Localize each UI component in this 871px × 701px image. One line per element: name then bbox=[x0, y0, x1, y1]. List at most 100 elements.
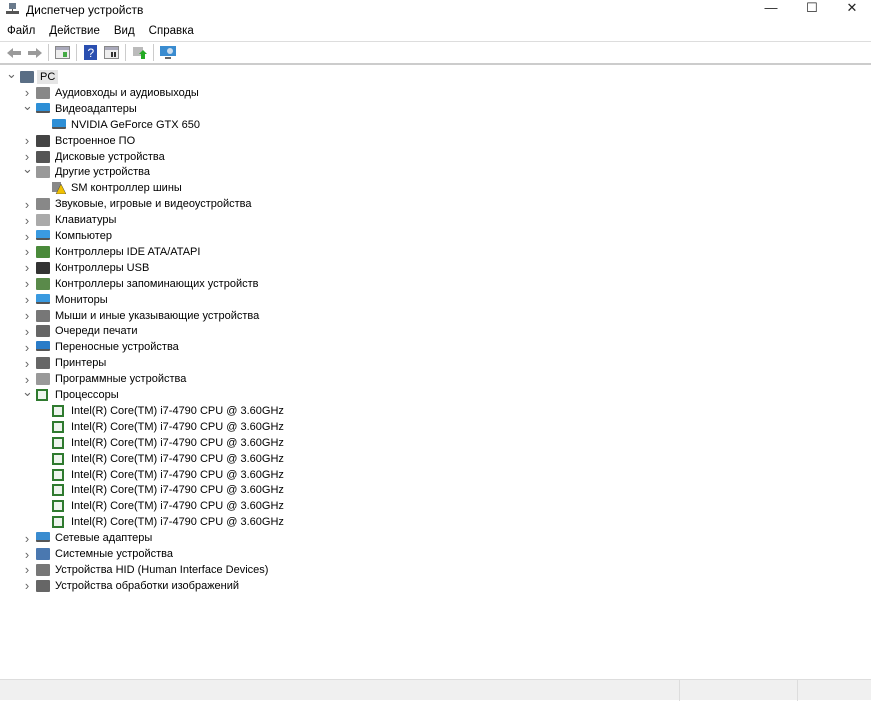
tree-item[interactable]: › Программные устройства bbox=[0, 371, 871, 387]
toolbar-separator bbox=[48, 44, 49, 61]
tree-item-label: Intel(R) Core(TM) i7-4790 CPU @ 3.60GHz bbox=[71, 516, 284, 529]
tree-item-label: Intel(R) Core(TM) i7-4790 CPU @ 3.60GHz bbox=[71, 404, 284, 417]
mouse-icon bbox=[36, 309, 50, 322]
unknown-icon bbox=[36, 166, 50, 179]
menu-action[interactable]: Действие bbox=[42, 22, 107, 40]
tree-item[interactable]: › Переносные устройства bbox=[0, 339, 871, 355]
tree-item-label: Клавиатуры bbox=[55, 214, 117, 227]
tree-item[interactable]: ⌄ Видеоадаптеры bbox=[0, 98, 871, 117]
tree-item[interactable]: › Контроллеры запоминающих устройств bbox=[0, 276, 871, 292]
chevron-right-icon[interactable]: › bbox=[22, 324, 32, 339]
toolbar-separator bbox=[125, 44, 126, 61]
help-icon[interactable]: ? bbox=[81, 44, 100, 62]
printer-icon bbox=[36, 357, 50, 370]
tree-item[interactable]: › Встроенное ПО bbox=[0, 133, 871, 149]
storage-icon bbox=[36, 277, 50, 290]
chevron-right-icon[interactable]: › bbox=[22, 229, 32, 244]
tree-item-label: Intel(R) Core(TM) i7-4790 CPU @ 3.60GHz bbox=[71, 420, 284, 433]
camera-icon bbox=[36, 579, 50, 592]
tree-item-label: Очереди печати bbox=[55, 325, 138, 338]
tree-item[interactable]: Intel(R) Core(TM) i7-4790 CPU @ 3.60GHz bbox=[0, 419, 871, 435]
toolbar: ? bbox=[0, 41, 871, 65]
minimize-button[interactable]: — bbox=[751, 0, 791, 18]
toolbar-separator bbox=[153, 44, 154, 61]
tree-item[interactable]: Intel(R) Core(TM) i7-4790 CPU @ 3.60GHz bbox=[0, 498, 871, 514]
menu-bar: Файл Действие Вид Справка bbox=[0, 22, 201, 40]
tree-item[interactable]: ⌄ Процессоры bbox=[0, 384, 871, 403]
status-separator bbox=[797, 680, 798, 701]
tree-item[interactable]: › Системные устройства bbox=[0, 546, 871, 562]
tree-item[interactable]: › Устройства HID (Human Interface Devices… bbox=[0, 562, 871, 578]
scan-hardware-icon[interactable] bbox=[158, 44, 177, 62]
chevron-right-icon[interactable]: › bbox=[22, 292, 32, 307]
chevron-right-icon[interactable]: › bbox=[22, 308, 32, 323]
menu-file[interactable]: Файл bbox=[0, 22, 42, 40]
cpu-icon bbox=[52, 516, 64, 529]
chevron-down-icon[interactable]: ⌄ bbox=[22, 98, 33, 114]
tree-item[interactable]: › Принтеры bbox=[0, 355, 871, 371]
chevron-right-icon[interactable]: › bbox=[22, 260, 32, 275]
tree-item[interactable]: › Очереди печати bbox=[0, 323, 871, 339]
properties-icon[interactable] bbox=[102, 44, 121, 62]
chevron-right-icon[interactable]: › bbox=[22, 276, 32, 291]
tree-item[interactable]: Intel(R) Core(TM) i7-4790 CPU @ 3.60GHz bbox=[0, 435, 871, 451]
menu-view[interactable]: Вид bbox=[107, 22, 142, 40]
tree-item-label: Программные устройства bbox=[55, 373, 187, 386]
tree-item[interactable]: › Аудиовходы и аудиовыходы bbox=[0, 85, 871, 101]
forward-icon[interactable] bbox=[25, 44, 44, 62]
tree-item[interactable]: › Мыши и иные указывающие устройства bbox=[0, 308, 871, 324]
tree-item[interactable]: Intel(R) Core(TM) i7-4790 CPU @ 3.60GHz bbox=[0, 467, 871, 483]
menu-help[interactable]: Справка bbox=[142, 22, 201, 40]
chevron-right-icon[interactable]: › bbox=[22, 340, 32, 355]
tree-item[interactable]: Intel(R) Core(TM) i7-4790 CPU @ 3.60GHz bbox=[0, 403, 871, 419]
tree-item[interactable]: › Контроллеры IDE ATA/ATAPI bbox=[0, 244, 871, 260]
audio-icon bbox=[36, 86, 50, 99]
chevron-down-icon[interactable]: ⌄ bbox=[22, 161, 33, 177]
tree-item[interactable]: › Дисковые устройства bbox=[0, 149, 871, 165]
tree-item[interactable]: › Звуковые, игровые и видеоустройства bbox=[0, 196, 871, 212]
toolbar-separator bbox=[76, 44, 77, 61]
controller-icon bbox=[36, 245, 50, 258]
chevron-right-icon[interactable]: › bbox=[22, 547, 32, 562]
chevron-right-icon[interactable]: › bbox=[22, 244, 32, 259]
chevron-right-icon[interactable]: › bbox=[22, 578, 32, 593]
chevron-right-icon[interactable]: › bbox=[22, 197, 32, 212]
chevron-down-icon[interactable]: ⌄ bbox=[22, 384, 33, 400]
chevron-right-icon[interactable]: › bbox=[22, 213, 32, 228]
tree-item[interactable]: Intel(R) Core(TM) i7-4790 CPU @ 3.60GHz bbox=[0, 514, 871, 530]
maximize-button[interactable]: ☐ bbox=[792, 0, 832, 18]
tree-item[interactable]: › Устройства обработки изображений bbox=[0, 578, 871, 594]
tree-item[interactable]: › Мониторы bbox=[0, 292, 871, 308]
tree-item-label: Звуковые, игровые и видеоустройства bbox=[55, 198, 252, 211]
update-driver-icon[interactable] bbox=[130, 44, 149, 62]
show-hide-tree-icon[interactable] bbox=[53, 44, 72, 62]
svg-text:?: ? bbox=[88, 46, 95, 60]
tree-item[interactable]: › Компьютер bbox=[0, 228, 871, 244]
cpu-icon bbox=[52, 468, 64, 481]
portable-icon bbox=[36, 341, 50, 352]
tree-item[interactable]: › Сетевые адаптеры bbox=[0, 530, 871, 546]
tree-item[interactable]: Intel(R) Core(TM) i7-4790 CPU @ 3.60GHz bbox=[0, 451, 871, 467]
cpu-icon bbox=[52, 404, 64, 417]
tree-item[interactable]: ⌄ Другие устройства bbox=[0, 161, 871, 180]
tree-item-label: Intel(R) Core(TM) i7-4790 CPU @ 3.60GHz bbox=[71, 452, 284, 465]
monitor-icon bbox=[36, 230, 50, 240]
tree-item[interactable]: Intel(R) Core(TM) i7-4790 CPU @ 3.60GHz bbox=[0, 482, 871, 498]
tree-item-label: Intel(R) Core(TM) i7-4790 CPU @ 3.60GHz bbox=[71, 500, 284, 513]
chevron-right-icon[interactable]: › bbox=[22, 356, 32, 371]
chevron-right-icon[interactable]: › bbox=[22, 133, 32, 148]
status-bar bbox=[0, 679, 871, 701]
tree-item-label: Мониторы bbox=[55, 293, 108, 306]
chevron-right-icon[interactable]: › bbox=[22, 531, 32, 546]
back-icon[interactable] bbox=[4, 44, 23, 62]
tree-item-label: Устройства HID (Human Interface Devices) bbox=[55, 563, 269, 576]
chevron-down-icon[interactable]: ⌄ bbox=[6, 66, 17, 82]
tree-item[interactable]: › Контроллеры USB bbox=[0, 260, 871, 276]
tree-item[interactable]: ⌄ PC bbox=[0, 66, 871, 85]
tree-item[interactable]: NVIDIA GeForce GTX 650 bbox=[0, 117, 871, 133]
close-button[interactable]: ✕ bbox=[832, 0, 871, 18]
chevron-right-icon[interactable]: › bbox=[22, 562, 32, 577]
tree-item[interactable]: › Клавиатуры bbox=[0, 212, 871, 228]
tree-item[interactable]: SM контроллер шины bbox=[0, 180, 871, 196]
tree-item-label: Контроллеры IDE ATA/ATAPI bbox=[55, 245, 201, 258]
